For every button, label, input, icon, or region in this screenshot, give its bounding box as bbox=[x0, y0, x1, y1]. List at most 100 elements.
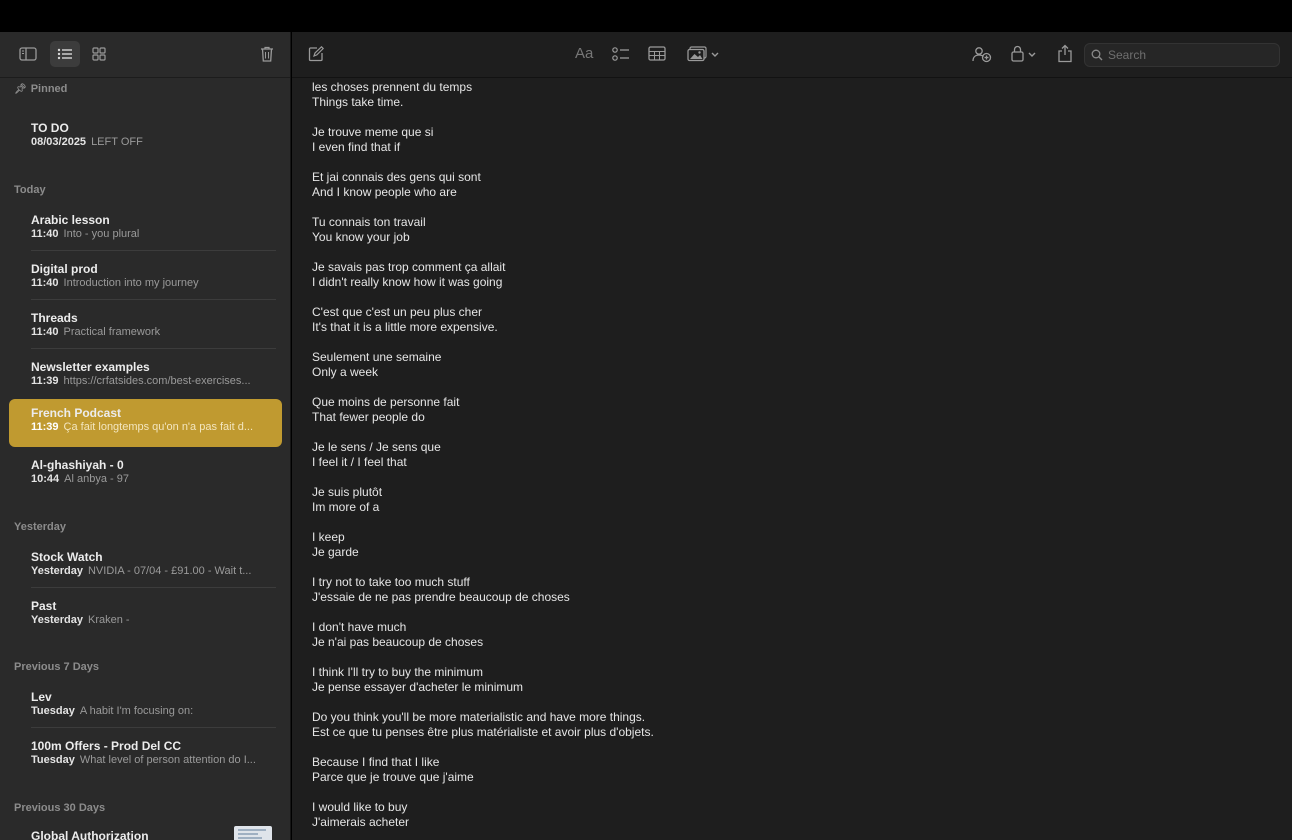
note-body-text[interactable]: les choses prennent du temps Things take … bbox=[312, 80, 1252, 840]
note-title: French Podcast bbox=[31, 406, 122, 420]
note-line: Things take time. bbox=[312, 95, 404, 109]
gallery-view-icon[interactable] bbox=[86, 41, 112, 67]
section-header-previous-30-days: Previous 30 Days bbox=[14, 802, 106, 814]
sidebar-toggle-icon[interactable] bbox=[14, 41, 42, 67]
note-meta: 11:39 https://crfatsides.com/best-exercis… bbox=[31, 375, 263, 387]
note-paragraph: Do you think you'll be more materialisti… bbox=[312, 710, 1252, 740]
collaborate-icon[interactable] bbox=[972, 45, 992, 63]
share-icon[interactable] bbox=[1057, 44, 1073, 63]
note-meta: 11:40 Introduction into my journey bbox=[31, 277, 263, 289]
note-title: Arabic lesson bbox=[31, 213, 110, 227]
note-item-to-do[interactable]: TO DO 08/03/2025 LEFT OFF bbox=[9, 114, 282, 162]
note-paragraph: I think I'll try to buy the minimum Je pe… bbox=[312, 665, 1252, 695]
note-line: I didn't really know how it was going bbox=[312, 275, 503, 289]
note-date: Yesterday bbox=[31, 614, 83, 626]
note-line: Je trouve meme que si bbox=[312, 125, 434, 139]
list-view-icon[interactable] bbox=[50, 41, 80, 67]
note-paragraph: C'est que c'est un peu plus cher It's tha… bbox=[312, 305, 1252, 335]
search-field[interactable] bbox=[1084, 43, 1280, 67]
note-preview: LEFT OFF bbox=[91, 136, 143, 148]
note-meta: 08/03/2025 LEFT OFF bbox=[31, 136, 263, 148]
note-date: 11:39 bbox=[31, 421, 59, 433]
note-item-threads[interactable]: Threads 11:40 Practical framework bbox=[9, 304, 282, 352]
note-preview: NVIDIA - 07/04 - £91.00 - Wait t... bbox=[87, 565, 252, 577]
note-preview: Al anbya - 97 bbox=[64, 473, 129, 485]
note-line: I think I'll try to buy the minimum bbox=[312, 665, 484, 679]
list-divider bbox=[31, 348, 276, 349]
editor-toolbar: Aa bbox=[292, 32, 1292, 78]
note-paragraph: I keep Je garde bbox=[312, 530, 1252, 560]
section-header-today: Today bbox=[14, 184, 46, 196]
note-meta: 11:39 Ça fait longtemps qu'on n'a pas fai… bbox=[31, 421, 263, 433]
note-line: J'essaie de ne pas prendre beaucoup de c… bbox=[312, 590, 570, 604]
note-title: Newsletter examples bbox=[31, 360, 150, 374]
note-item-100m-offers[interactable]: 100m Offers - Prod Del CC Tuesday What le… bbox=[9, 732, 282, 780]
compose-icon[interactable] bbox=[308, 46, 324, 62]
note-line: Et jai connais des gens qui sont bbox=[312, 170, 481, 184]
note-date: 11:40 bbox=[31, 326, 59, 338]
note-preview: What level of person attention do I... bbox=[79, 754, 256, 766]
note-item-arabic-lesson[interactable]: Arabic lesson 11:40 Into - you plural bbox=[9, 206, 282, 254]
note-item-al-ghashiyah[interactable]: Al-ghashiyah - 0 10:44 Al anbya - 97 bbox=[9, 451, 282, 499]
note-preview: Practical framework bbox=[63, 326, 161, 338]
note-thumbnail bbox=[234, 826, 272, 840]
note-item-past[interactable]: Past Yesterday Kraken - bbox=[9, 592, 282, 640]
note-preview: Kraken - bbox=[87, 614, 130, 626]
media-icon[interactable] bbox=[687, 46, 721, 62]
note-line: I don't have much bbox=[312, 620, 407, 634]
note-title: Digital prod bbox=[31, 262, 98, 276]
note-preview: Introduction into my journey bbox=[63, 277, 199, 289]
note-item-stock-watch[interactable]: Stock Watch Yesterday NVIDIA - 07/04 - £9… bbox=[9, 543, 282, 591]
note-line: Je pense essayer d'acheter le minimum bbox=[312, 680, 524, 694]
note-meta: Yesterday NVIDIA - 07/04 - £91.00 - Wait … bbox=[31, 565, 263, 577]
note-date: Yesterday bbox=[31, 565, 83, 577]
note-item-digital-prod[interactable]: Digital prod 11:40 Introduction into my j… bbox=[9, 255, 282, 303]
note-preview: Into - you plural bbox=[63, 228, 140, 240]
note-line: Je savais pas trop comment ça allait bbox=[312, 260, 506, 274]
note-line: I would like to buy bbox=[312, 800, 408, 814]
note-line: C'est que c'est un peu plus cher bbox=[312, 305, 483, 319]
window-titlebar bbox=[0, 0, 1292, 32]
table-icon[interactable] bbox=[648, 46, 666, 61]
checklist-icon[interactable] bbox=[612, 46, 630, 62]
format-text-icon[interactable]: Aa bbox=[575, 45, 593, 62]
note-paragraph: I don't have much Je n'ai pas beaucoup de… bbox=[312, 620, 1252, 650]
note-item-french-podcast[interactable]: French Podcast 11:39 Ça fait longtemps qu… bbox=[9, 399, 282, 447]
section-header-yesterday: Yesterday bbox=[14, 521, 66, 533]
note-line: I keep bbox=[312, 530, 345, 544]
note-preview: Ça fait longtemps qu'on n'a pas fait d..… bbox=[63, 421, 254, 433]
note-preview: https://crfatsides.com/best-exercises... bbox=[63, 375, 251, 387]
note-date: Tuesday bbox=[31, 705, 75, 717]
note-meta: Tuesday What level of person attention do… bbox=[31, 754, 263, 766]
note-line: Est ce que tu penses être plus matériali… bbox=[312, 725, 654, 739]
note-line: Je suis plutôt bbox=[312, 485, 383, 499]
note-paragraph: Je le sens / Je sens que I feel it / I fe… bbox=[312, 440, 1252, 470]
list-divider bbox=[31, 587, 276, 588]
note-line: Je le sens / Je sens que bbox=[312, 440, 441, 454]
note-line: Do you think you'll be more materialisti… bbox=[312, 710, 646, 724]
search-input[interactable] bbox=[1108, 48, 1268, 62]
lock-icon[interactable] bbox=[1010, 45, 1040, 63]
note-line: You know your job bbox=[312, 230, 410, 244]
note-line: Im more of a bbox=[312, 500, 380, 514]
note-editor: Aa les choses prennent du tempsThings ta… bbox=[292, 32, 1292, 840]
note-paragraph: Je suis plutôt Im more of a bbox=[312, 485, 1252, 515]
note-paragraph: Seulement une semaine Only a week bbox=[312, 350, 1252, 380]
note-preview: A habit I'm focusing on: bbox=[79, 705, 194, 717]
trash-icon[interactable] bbox=[254, 41, 280, 67]
note-paragraph: Je trouve meme que si I even find that if bbox=[312, 125, 1252, 155]
note-paragraph: Tu connais ton travail You know your job bbox=[312, 215, 1252, 245]
note-line: It's that it is a little more expensive. bbox=[312, 320, 498, 334]
note-title: Al-ghashiyah - 0 bbox=[31, 458, 124, 472]
pin-icon: 📌︎ bbox=[14, 84, 27, 95]
note-meta: 10:44 Al anbya - 97 bbox=[31, 473, 263, 485]
note-title: 100m Offers - Prod Del CC bbox=[31, 739, 182, 753]
note-item-newsletter-examples[interactable]: Newsletter examples 11:39 https://crfatsi… bbox=[9, 353, 282, 401]
list-divider bbox=[31, 250, 276, 251]
note-date: 08/03/2025 bbox=[31, 136, 87, 148]
notes-list-sidebar: 📌︎ Pinned TO DO 08/03/2025 LEFT OFF Today … bbox=[0, 32, 291, 840]
note-item-lev[interactable]: Lev Tuesday A habit I'm focusing on: bbox=[9, 683, 282, 731]
note-title: Lev bbox=[31, 690, 52, 704]
note-line: I try not to take too much stuff bbox=[312, 575, 470, 589]
note-line: I even find that if bbox=[312, 140, 401, 154]
